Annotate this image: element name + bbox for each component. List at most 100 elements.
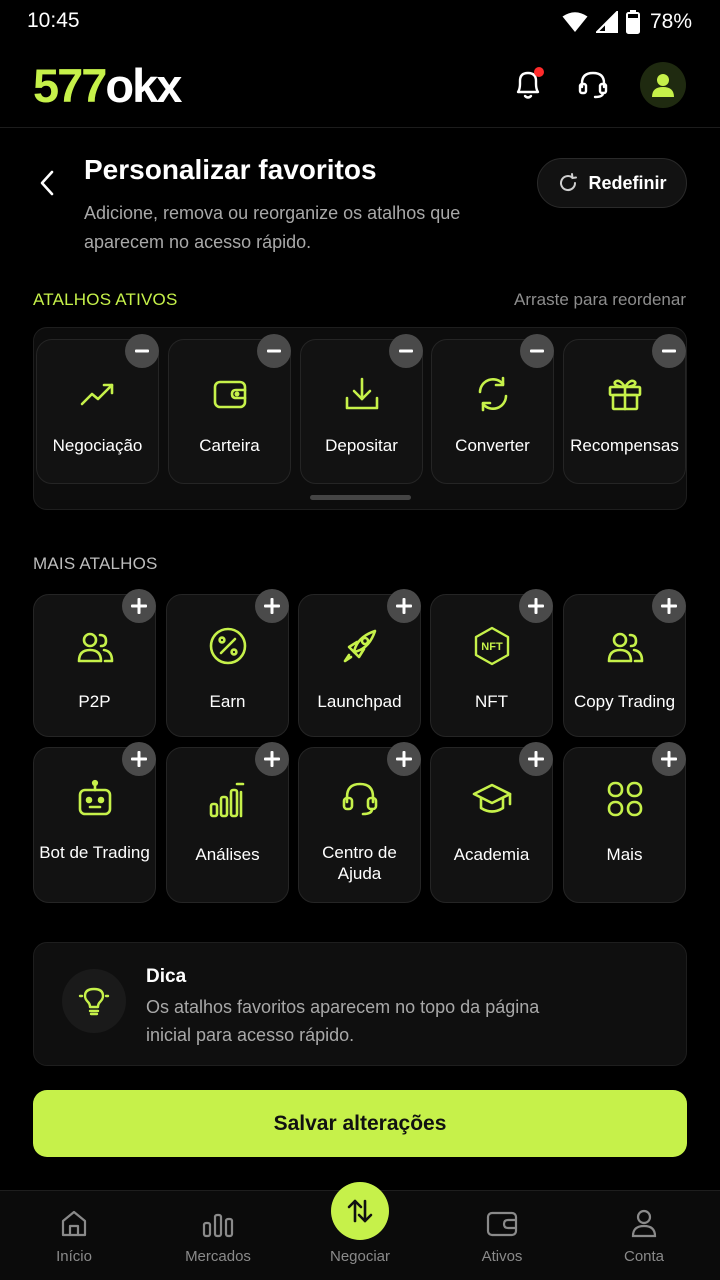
reorder-hint: Arraste para reordenar bbox=[514, 290, 686, 309]
back-button[interactable] bbox=[30, 166, 64, 200]
nav-item-ativos[interactable]: Ativos bbox=[442, 1191, 562, 1280]
remove-button[interactable] bbox=[520, 334, 554, 368]
tip-title: Dica bbox=[146, 966, 187, 987]
nav-label: Mercados bbox=[185, 1248, 251, 1265]
shortcut-label: Earn bbox=[209, 692, 246, 711]
logo-text: okx bbox=[105, 59, 182, 112]
minus-icon bbox=[399, 349, 413, 353]
plus-icon bbox=[661, 598, 677, 614]
headset-icon bbox=[299, 778, 420, 820]
shortcut-label: Copy Trading bbox=[573, 692, 676, 711]
bot-icon bbox=[34, 778, 155, 820]
add-button[interactable] bbox=[255, 589, 289, 623]
wifi-icon bbox=[562, 12, 588, 32]
save-button[interactable]: Salvar alterações bbox=[33, 1090, 687, 1157]
tip-card: Dica Os atalhos favoritos aparecem no to… bbox=[33, 942, 687, 1066]
nav-item-inicio[interactable]: Início bbox=[14, 1191, 134, 1280]
brand-logo[interactable]: 577okx bbox=[33, 59, 182, 112]
app-header: 577okx bbox=[0, 48, 720, 128]
svg-text:NFT: NFT bbox=[481, 641, 503, 653]
shortcut-tile-earn[interactable]: Earn bbox=[166, 589, 289, 737]
reset-button[interactable]: Redefinir bbox=[537, 158, 687, 208]
add-button[interactable] bbox=[122, 589, 156, 623]
shortcut-tile-carteira[interactable]: Carteira bbox=[168, 334, 291, 484]
trade-fab[interactable] bbox=[331, 1182, 389, 1240]
remove-button[interactable] bbox=[389, 334, 423, 368]
scroll-indicator[interactable] bbox=[310, 495, 411, 500]
status-time: 10:45 bbox=[27, 9, 80, 32]
shortcut-label: Centro de Ajuda bbox=[322, 843, 397, 883]
notifications-button[interactable] bbox=[505, 62, 551, 108]
refresh-icon bbox=[432, 374, 553, 414]
gift-icon bbox=[564, 374, 685, 414]
user-icon bbox=[652, 74, 674, 97]
lightbulb-icon bbox=[62, 969, 126, 1033]
tip-text: Os atalhos favoritos aparecem no topo da… bbox=[146, 997, 540, 1045]
users-icon bbox=[34, 627, 155, 667]
shortcut-label: Launchpad bbox=[317, 692, 402, 711]
shortcut-tile-academia[interactable]: Academia bbox=[430, 742, 553, 903]
nav-item-conta[interactable]: Conta bbox=[584, 1191, 704, 1280]
plus-icon bbox=[528, 598, 544, 614]
shortcut-tile-launchpad[interactable]: Launchpad bbox=[298, 589, 421, 737]
plus-icon bbox=[528, 751, 544, 767]
grid-icon bbox=[564, 778, 685, 820]
graduation-cap-icon bbox=[431, 778, 552, 820]
shortcut-tile-p2p[interactable]: P2P bbox=[33, 589, 156, 737]
add-button[interactable] bbox=[122, 742, 156, 776]
remove-button[interactable] bbox=[652, 334, 686, 368]
bar-chart-icon bbox=[167, 780, 288, 820]
shortcut-tile-negociacao[interactable]: Negociação bbox=[36, 334, 159, 484]
logo-number: 577 bbox=[33, 59, 107, 112]
shortcut-tile-recompensas[interactable]: Recompensas bbox=[563, 334, 686, 484]
wallet-icon bbox=[169, 374, 290, 414]
wallet-icon bbox=[442, 1207, 562, 1239]
shortcut-label: Recompensas bbox=[570, 436, 679, 455]
support-button[interactable] bbox=[570, 62, 616, 108]
add-button[interactable] bbox=[387, 742, 421, 776]
remove-button[interactable] bbox=[257, 334, 291, 368]
add-button[interactable] bbox=[652, 742, 686, 776]
nft-icon: NFT bbox=[431, 625, 552, 667]
shortcut-label: Depositar bbox=[325, 436, 398, 455]
shortcut-label: Carteira bbox=[199, 436, 260, 455]
avatar[interactable] bbox=[640, 62, 686, 108]
add-button[interactable] bbox=[519, 742, 553, 776]
page-title: Personalizar favoritos bbox=[84, 154, 377, 185]
shortcut-tile-copy-trading[interactable]: Copy Trading bbox=[563, 589, 686, 737]
battery-percent: 78% bbox=[649, 10, 692, 33]
shortcut-label: P2P bbox=[78, 692, 111, 711]
chevron-left-icon bbox=[40, 170, 54, 196]
users-icon bbox=[564, 627, 685, 667]
shortcut-label: Academia bbox=[453, 845, 530, 864]
signal-icon bbox=[595, 11, 618, 33]
more-section-label: MAIS ATALHOS bbox=[33, 554, 158, 573]
status-bar: 10:45 78% bbox=[0, 0, 720, 44]
shortcut-tile-analises[interactable]: Análises bbox=[166, 742, 289, 903]
add-button[interactable] bbox=[255, 742, 289, 776]
shortcut-label: Mais bbox=[606, 845, 643, 864]
shortcut-label: Bot de Trading bbox=[39, 843, 150, 862]
add-button[interactable] bbox=[387, 589, 421, 623]
shortcut-tile-nft[interactable]: NFT NFT bbox=[430, 589, 553, 737]
reset-label: Redefinir bbox=[588, 172, 667, 193]
shortcut-tile-converter[interactable]: Converter bbox=[431, 334, 554, 484]
shortcut-tile-centro-de-ajuda[interactable]: Centro de Ajuda bbox=[298, 742, 421, 903]
trending-up-icon bbox=[37, 374, 158, 414]
bar-chart-icon bbox=[158, 1207, 278, 1239]
active-section-label: ATALHOS ATIVOS bbox=[33, 290, 178, 309]
shortcut-tile-depositar[interactable]: Depositar bbox=[300, 334, 423, 484]
percent-icon bbox=[167, 625, 288, 667]
minus-icon bbox=[662, 349, 676, 353]
remove-button[interactable] bbox=[125, 334, 159, 368]
nav-label: Conta bbox=[623, 1248, 665, 1265]
nav-label: Ativos bbox=[481, 1248, 523, 1265]
add-button[interactable] bbox=[519, 589, 553, 623]
shortcut-tile-mais[interactable]: Mais bbox=[563, 742, 686, 903]
plus-icon bbox=[131, 598, 147, 614]
plus-icon bbox=[131, 751, 147, 767]
nav-item-mercados[interactable]: Mercados bbox=[158, 1191, 278, 1280]
battery-icon bbox=[625, 10, 640, 34]
add-button[interactable] bbox=[652, 589, 686, 623]
shortcut-tile-bot-de-trading[interactable]: Bot de Trading bbox=[33, 742, 156, 903]
